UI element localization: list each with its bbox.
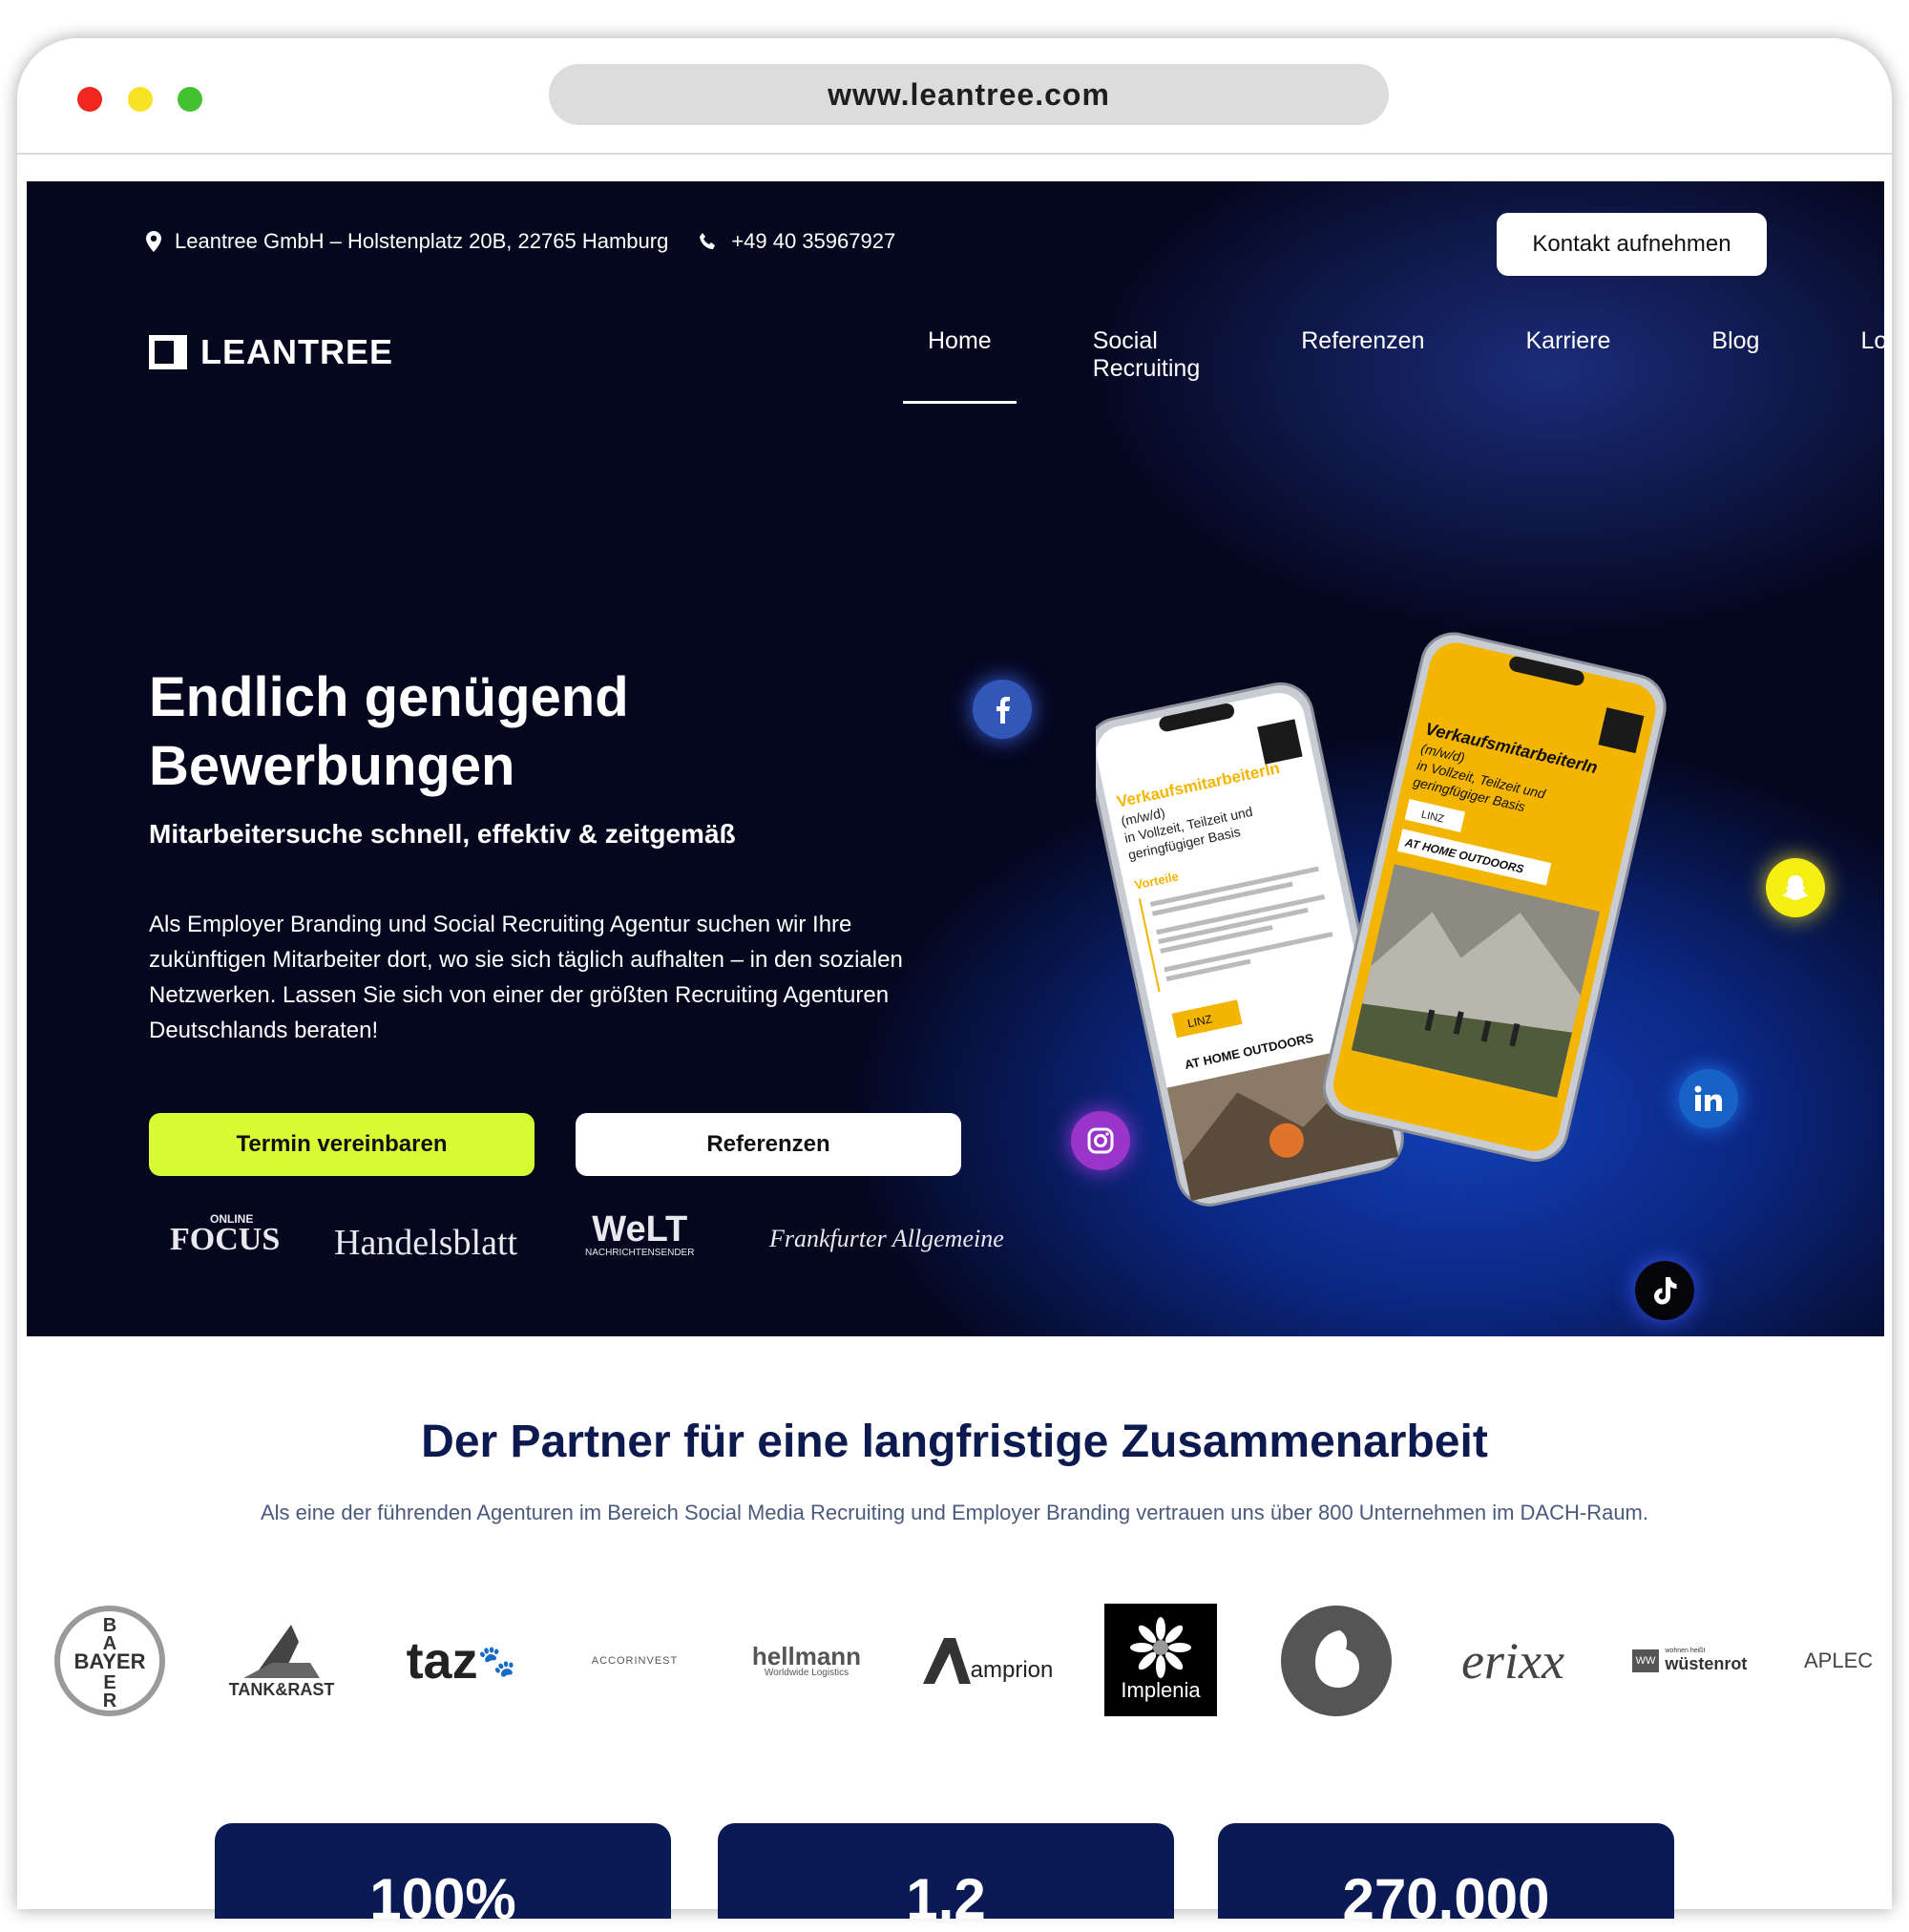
main-nav: Home Social Recruiting Referenzen Karrie… [903,320,1884,404]
browser-titlebar: www.leantree.com [17,38,1892,155]
address-text: Leantree GmbH – Holstenplatz 20B, 22765 … [175,229,669,253]
nav-item-karriere[interactable]: Karriere [1500,320,1635,404]
taz-label: taz [406,1632,478,1690]
bayer-letter-r: R [103,1690,117,1712]
snapchat-icon[interactable] [1766,858,1825,917]
logo-mark-icon [149,335,187,369]
handelsblatt-logo: Handelsblatt [334,1223,518,1263]
stat-card-1: 100% [215,1823,671,1931]
contact-button[interactable]: Kontakt aufnehmen [1497,213,1767,276]
implenia-label: Implenia [1121,1678,1201,1702]
location-pin-icon [146,231,161,252]
hero-section: Leantree GmbH – Holstenplatz 20B, 22765 … [27,181,1884,1336]
implenia-logo: Implenia [1104,1604,1217,1716]
taz-logo: taz 🐾 [394,1604,528,1718]
nav-item-social-recruiting[interactable]: Social Recruiting [1068,320,1226,404]
minimize-window-button[interactable] [128,87,153,112]
logo-text: LEANTREE [200,332,394,371]
hero-headline: Endlich genügend Bewerbungen [149,663,817,801]
focus-online-logo: ONLINE FOCUS [170,1212,281,1258]
partner-logos-row: B A BAYER E R TANK&RAST taz 🐾 ACCORINVEST… [52,1604,1876,1728]
front-phone: VerkaufsmitarbeiterIn (m/w/d) in Vollzei… [1322,632,1667,1163]
wuestenrot-label: wüstenrot [1665,1654,1748,1673]
headline-line-1: Endlich genügend [149,666,629,728]
amprion-logo: amprion [921,1604,1055,1718]
accorinvest-logo: ACCORINVEST [591,1655,679,1667]
taz-paw-icon: 🐾 [477,1644,516,1678]
phone-item[interactable]: +49 40 35967927 [699,229,895,254]
tank-rast-icon [243,1624,320,1678]
close-window-button[interactable] [77,87,102,112]
hellmann-label: hellmann [751,1641,862,1670]
wuestenrot-box: WW [1631,1649,1660,1672]
leantree-logo[interactable]: LEANTREE [149,332,393,372]
nav-item-login[interactable]: Login [1836,320,1884,404]
wuestenrot-tagline: wohnen heißt [1665,1648,1706,1654]
focus-online-label: ONLINE [210,1212,254,1226]
partner-section-title: Der Partner für eine langfristige Zusamm… [421,1417,1488,1467]
partner-section-subtitle: Als eine der führenden Agenturen im Bere… [261,1501,1648,1524]
stat-card-2: 1,2 [718,1823,1174,1931]
nav-item-home[interactable]: Home [903,320,1017,404]
welt-sub-label: NACHRICHTENSENDER [585,1248,695,1258]
vodafone-logo [1279,1604,1394,1718]
nav-item-blog[interactable]: Blog [1687,320,1784,404]
hero-body-text: Als Employer Branding und Social Recruit… [149,912,903,1043]
tank-rast-logo: TANK&RAST [224,1604,339,1718]
bayer-label: BAYER [74,1649,146,1673]
phone-text[interactable]: +49 40 35967927 [731,229,895,254]
phone-icon [700,233,716,249]
tank-rast-label: TANK&RAST [228,1679,335,1699]
maximize-window-button[interactable] [178,87,202,112]
bayer-logo: B A BAYER E R [52,1604,167,1718]
amprion-mark-icon [922,1638,971,1684]
implenia-flower-icon [1130,1617,1191,1678]
hellmann-sub: Worldwide Logistics [764,1667,850,1678]
phone-mockups: VerkaufsmitarbeiterIn (m/w/d) in Vollzei… [1096,632,1667,1207]
wuestenrot-logo: WW wohnen heißt wüstenrot [1627,1604,1752,1718]
address-item: Leantree GmbH – Holstenplatz 20B, 22765 … [146,229,668,254]
amprion-label: amprion [970,1657,1054,1683]
faz-logo: Frankfurter Allgemeine [769,1225,1004,1252]
stat-card-3-value: 270.000 [1342,1867,1550,1931]
book-appointment-button[interactable]: Termin vereinbaren [149,1113,535,1176]
stat-card-3: 270.000 [1218,1823,1674,1931]
stat-card-2-value: 1,2 [906,1867,986,1931]
stat-card-1-value: 100% [369,1867,516,1931]
aplec-logo: APLEC [1804,1648,1874,1672]
hellmann-logo: hellmann Worldwide Logistics [745,1604,869,1718]
welt-logo: WeLT NACHRICHTENSENDER [585,1210,694,1258]
nav-item-referenzen[interactable]: Referenzen [1276,320,1449,404]
contact-info-row: Leantree GmbH – Holstenplatz 20B, 22765 … [146,229,926,254]
hero-subline: Mitarbeitersuche schnell, effektiv & zei… [149,819,736,849]
focus-label: FOCUS [170,1222,281,1257]
erixx-logo: erixx [1461,1632,1564,1690]
facebook-icon[interactable] [973,680,1032,739]
headline-line-2: Bewerbungen [149,735,515,797]
address-bar[interactable]: www.leantree.com [549,64,1389,125]
welt-label: WeLT [592,1209,688,1250]
references-button[interactable]: Referenzen [576,1113,961,1176]
